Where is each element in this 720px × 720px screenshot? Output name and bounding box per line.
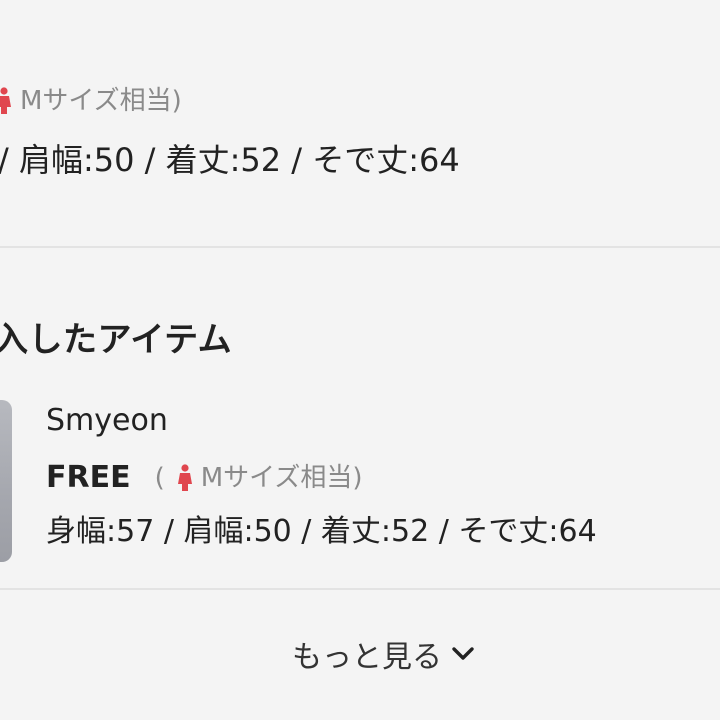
item-size-row: FREE ( Mサイズ相当): [46, 458, 363, 498]
show-more-label: もっと見る: [292, 640, 442, 675]
item-thumbnail[interactable]: [0, 400, 12, 562]
item-size-note-text: Mサイズ相当): [200, 463, 363, 493]
show-more-button[interactable]: もっと見る: [0, 624, 720, 684]
person-icon: [177, 464, 192, 491]
chevron-down-icon: [452, 647, 474, 660]
item-size: FREE: [46, 460, 131, 495]
section-title: 入したアイテム: [0, 320, 233, 360]
measurements-text: / 肩幅:50 / 着丈:52 / そで丈:64: [0, 141, 460, 179]
person-icon: [0, 87, 11, 114]
divider: [0, 246, 720, 248]
size-note-text: Mサイズ相当): [20, 86, 182, 116]
divider: [0, 588, 720, 590]
item-size-note: ( Mサイズ相当): [155, 458, 363, 498]
size-note: Mサイズ相当): [0, 84, 182, 118]
item-measurements: 身幅:57 / 肩幅:50 / 着丈:52 / そで丈:64: [46, 514, 597, 549]
item-brand-name: Smyeon: [46, 403, 168, 438]
paren-open: (: [154, 463, 165, 493]
